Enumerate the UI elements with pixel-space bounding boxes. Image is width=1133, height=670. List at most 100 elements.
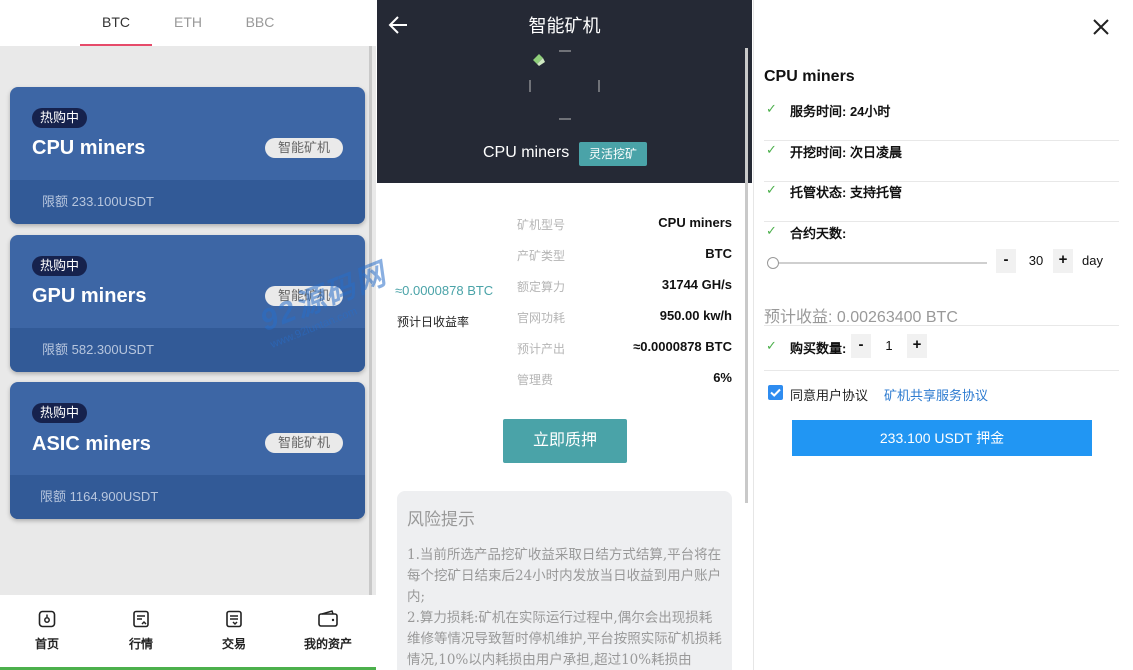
- start-time-row: ✓ 开挖时间: 次日凌晨: [764, 142, 1119, 182]
- tab-btc-label: BTC: [102, 14, 130, 30]
- risk-notice: 风险提示 1.当前所选产品挖矿收益采取日结方式结算,平台将在每个挖矿日结束后24…: [397, 491, 732, 670]
- tab-bbc-label: BBC: [245, 14, 275, 30]
- purchase-title: CPU miners: [764, 68, 855, 85]
- checkbox-check-icon: [770, 388, 781, 397]
- spec-value-model: CPU miners: [658, 215, 732, 230]
- quantity-minus-button[interactable]: -: [851, 334, 871, 358]
- nav-home[interactable]: 首页: [7, 605, 87, 652]
- spec-value-fee: 6%: [713, 370, 732, 385]
- left-scrollbar[interactable]: [369, 46, 372, 646]
- spec-label-power: 官网功耗: [517, 311, 566, 325]
- days-slider-track[interactable]: [772, 262, 987, 264]
- daily-yield-value: ≈0.0000878 BTC: [395, 283, 494, 298]
- miner-card-limit: 限额 1164.900USDT: [10, 475, 365, 519]
- wallet-icon: [318, 610, 338, 627]
- days-unit: day: [1082, 253, 1103, 268]
- risk-paragraph: 1.当前所选产品挖矿收益采取日结方式结算,平台将在每个挖矿日结束后24小时内发放…: [407, 547, 722, 668]
- purchase-panel: CPU miners ✓ 服务时间: 24小时 ✓ 开挖时间: 次日凌晨 ✓ 托…: [753, 0, 1133, 670]
- agree-text: 同意用户协议: [790, 388, 869, 403]
- check-icon: ✓: [766, 338, 777, 353]
- service-time-text: 服务时间: 24小时: [790, 104, 891, 119]
- pledge-button[interactable]: 立即质押: [503, 419, 627, 463]
- start-time-text: 开挖时间: 次日凌晨: [790, 145, 902, 160]
- nav-trade[interactable]: 交易: [194, 605, 274, 652]
- tab-eth[interactable]: ETH: [152, 0, 224, 46]
- days-slider-handle[interactable]: [767, 257, 779, 269]
- miner-type-tag: 智能矿机: [265, 286, 343, 306]
- hot-badge: 热购中: [32, 403, 88, 423]
- bottom-nav: 首页 行情 交易 我的资产: [0, 595, 376, 670]
- agree-checkbox[interactable]: [768, 385, 783, 400]
- divider: [764, 325, 1119, 326]
- nav-trade-label: 交易: [221, 637, 246, 651]
- check-icon: ✓: [766, 223, 777, 238]
- expected-earnings: 预计收益: 0.00263400 BTC: [764, 309, 958, 326]
- tab-underline: [80, 44, 152, 46]
- service-agreement-link[interactable]: 矿机共享服务协议: [884, 385, 988, 404]
- days-stepper: - 30 +: [996, 249, 1076, 273]
- days-plus-button[interactable]: +: [1053, 249, 1073, 273]
- quantity-plus-button[interactable]: +: [907, 334, 927, 358]
- check-icon: ✓: [766, 101, 777, 116]
- custody-row: ✓ 托管状态: 支持托管: [764, 182, 1119, 222]
- check-icon: ✓: [766, 182, 777, 197]
- spec-value-type: BTC: [705, 246, 732, 261]
- quantity-value[interactable]: 1: [871, 334, 907, 358]
- miner-name: CPU miners: [483, 144, 570, 161]
- hot-badge: 热购中: [32, 108, 88, 128]
- divider: [764, 370, 1119, 371]
- nav-assets[interactable]: 我的资产: [288, 605, 368, 652]
- risk-text: 1.当前所选产品挖矿收益采取日结方式结算,平台将在每个挖矿日结束后24小时内发放…: [407, 545, 722, 670]
- close-icon[interactable]: [1092, 18, 1110, 36]
- detail-header: 智能矿机 CPU miners 灵活挖矿: [377, 0, 752, 183]
- quantity-stepper: - 1 +: [851, 334, 931, 358]
- coin-tabs: BTC ETH BBC: [0, 0, 376, 46]
- trade-icon: [226, 610, 242, 628]
- miner-card-name: GPU miners: [32, 285, 147, 307]
- spec-value-power: 950.00 kw/h: [659, 308, 732, 323]
- spec-label-type: 产矿类型: [517, 249, 566, 263]
- quantity-label: 购买数量:: [790, 341, 847, 356]
- risk-title: 风险提示: [407, 510, 475, 529]
- miner-list-panel: BTC ETH BBC 热购中 CPU miners 智能矿机 限额 233.1…: [0, 0, 376, 670]
- home-icon: [38, 610, 56, 628]
- miner-card-name: CPU miners: [32, 137, 146, 159]
- spec-label-model: 矿机型号: [517, 218, 566, 232]
- tab-eth-label: ETH: [174, 14, 202, 30]
- app-root: BTC ETH BBC 热购中 CPU miners 智能矿机 限额 233.1…: [0, 0, 1133, 670]
- tab-bbc[interactable]: BBC: [224, 0, 296, 46]
- tab-btc[interactable]: BTC: [80, 0, 152, 46]
- nav-market[interactable]: 行情: [101, 605, 181, 652]
- deposit-button[interactable]: 233.100 USDT 押金: [792, 420, 1092, 456]
- daily-yield-label: 预计日收益率: [397, 315, 470, 329]
- nav-home-label: 首页: [34, 637, 59, 651]
- flex-mining-tag: 灵活挖矿: [579, 142, 647, 166]
- check-icon: ✓: [766, 142, 777, 157]
- miner-card-gpu[interactable]: 热购中 GPU miners 智能矿机 限额 582.300USDT: [10, 235, 365, 372]
- hot-badge: 热购中: [32, 256, 88, 276]
- miner-image-icon: [529, 50, 600, 120]
- days-minus-button[interactable]: -: [996, 249, 1016, 273]
- miner-card-name: ASIC miners: [32, 433, 151, 455]
- nav-assets-label: 我的资产: [303, 637, 352, 651]
- spec-label-fee: 管理费: [517, 373, 554, 387]
- spec-label-output: 预计产出: [517, 342, 566, 356]
- days-value[interactable]: 30: [1016, 249, 1056, 273]
- miner-card-cpu[interactable]: 热购中 CPU miners 智能矿机 限额 233.100USDT: [10, 87, 365, 224]
- service-time-row: ✓ 服务时间: 24小时: [764, 101, 1119, 141]
- quantity-row: ✓ 购买数量:: [764, 338, 1119, 378]
- miner-card-limit: 限额 582.300USDT: [10, 328, 365, 372]
- custody-text: 托管状态: 支持托管: [790, 185, 902, 200]
- miner-detail-panel: 智能矿机 CPU miners 灵活挖矿 矿机型号 CPU miners 产矿类…: [377, 0, 752, 670]
- spec-value-output: ≈0.0000878 BTC: [633, 339, 732, 354]
- miner-type-tag: 智能矿机: [265, 433, 343, 453]
- miner-card-asic[interactable]: 热购中 ASIC miners 智能矿机 限额 1164.900USDT: [10, 382, 365, 519]
- nav-market-label: 行情: [128, 637, 153, 651]
- page-title: 智能矿机: [528, 16, 601, 36]
- market-icon: [133, 610, 149, 628]
- spec-label-hashrate: 额定算力: [517, 280, 566, 294]
- miner-type-tag: 智能矿机: [265, 138, 343, 158]
- spec-value-hashrate: 31744 GH/s: [661, 277, 732, 292]
- detail-scrollbar[interactable]: [745, 48, 748, 503]
- miner-card-limit: 限额 233.100USDT: [10, 180, 365, 224]
